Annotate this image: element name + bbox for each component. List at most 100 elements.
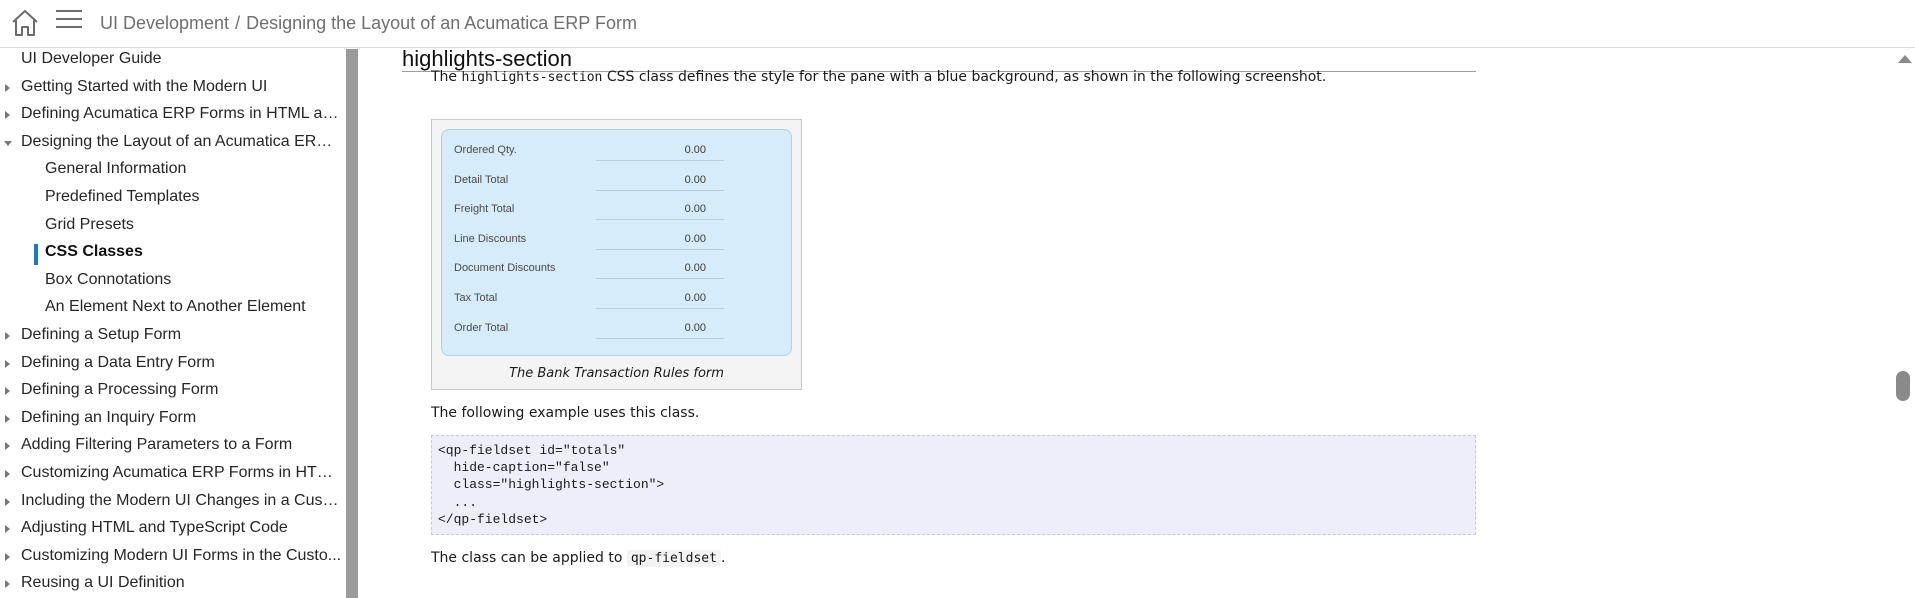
figure-field-label: Freight Total [454, 203, 515, 216]
figure-field-label: Detail Total [454, 173, 509, 186]
chevron-right-icon[interactable] [5, 111, 10, 120]
chevron-right-icon[interactable] [5, 387, 10, 396]
sidebar-item-label: Adding Filtering Parameters to a Form [21, 436, 293, 454]
chevron-right-icon[interactable] [5, 442, 10, 451]
figure-field-row: Line Discounts 0.00 [442, 227, 793, 251]
intro-text-pre: The [431, 69, 462, 85]
figure-field-label: Order Total [454, 321, 509, 334]
sidebar-item-label: Adjusting HTML and TypeScript Code [21, 519, 288, 537]
chevron-right-icon[interactable] [5, 525, 10, 534]
breadcrumb-separator: / [235, 13, 241, 33]
page-scrollbar[interactable] [1892, 49, 1915, 598]
sidebar-item[interactable]: Customizing Modern UI Forms in the Custo… [0, 544, 346, 570]
figure-field-row: Freight Total 0.00 [442, 197, 793, 221]
applied-code: qp-fieldset [626, 550, 721, 567]
sidebar-item[interactable]: General Information [0, 157, 346, 183]
breadcrumb-item-current: Designing the Layout of an Acumatica ERP… [246, 13, 637, 33]
figure-field-row: Ordered Qty. 0.00 [442, 138, 793, 162]
code-line: <qp-fieldset id="totals" [438, 443, 626, 458]
code-line: class="highlights-section"> [438, 477, 665, 493]
sidebar-scrollbar[interactable] [346, 49, 358, 598]
sidebar-item[interactable]: Adjusting HTML and TypeScript Code [0, 516, 346, 542]
sidebar-item[interactable]: Customizing Acumatica ERP Forms in HTM..… [0, 461, 346, 487]
sidebar-nav: UI Developer Guide Getting Started with t… [0, 49, 346, 598]
breadcrumb: UI Development / Designing the Layout of a… [100, 13, 637, 34]
figure-field-value: 0.00 [684, 203, 706, 216]
sidebar-item[interactable]: Getting Started with the Modern UI [0, 75, 346, 101]
sidebar-item-label: Reusing a UI Definition [21, 574, 185, 592]
sidebar-item[interactable]: An Element Next to Another Element [0, 295, 346, 321]
figure-field-underline [596, 308, 724, 309]
figure-field-underline [596, 160, 724, 161]
code-line: </qp-fieldset> [438, 511, 548, 527]
figure-field-value: 0.00 [684, 262, 706, 275]
top-bar: UI Development / Designing the Layout of a… [0, 0, 1915, 48]
highlights-section-panel: Ordered Qty. 0.00 Detail Total 0.00 Freight … [441, 129, 792, 356]
figure-field-underline [596, 219, 724, 221]
example-intro: The following example uses this class. [431, 405, 700, 421]
sidebar-item-label: Defining Acumatica ERP Forms in HTML an.… [21, 105, 342, 123]
figure-field-label: Document Discounts [454, 262, 556, 275]
sidebar-item[interactable]: Defining a Processing Form [0, 378, 346, 404]
sidebar-item-label: General Information [45, 160, 187, 178]
sidebar-item[interactable]: Predefined Templates [0, 185, 346, 211]
sidebar-item[interactable]: UI Developer Guide [0, 49, 346, 73]
scrollbar-thumb[interactable] [1896, 371, 1910, 401]
sidebar-item[interactable]: Defining Acumatica ERP Forms in HTML an.… [0, 102, 346, 128]
sidebar-item-label: UI Developer Guide [21, 50, 162, 67]
home-icon[interactable] [9, 8, 41, 38]
sidebar-item[interactable]: Defining a Setup Form [0, 323, 346, 349]
figure-field-underline [596, 278, 724, 280]
figure-field-value: 0.00 [684, 232, 706, 245]
sidebar-item-label: Defining an Inquiry Form [21, 408, 197, 426]
sidebar-item[interactable]: Adding Filtering Parameters to a Form [0, 433, 346, 459]
chevron-right-icon[interactable] [5, 359, 10, 368]
code-line: ... [438, 494, 478, 510]
figure-field-label: Ordered Qty. [454, 144, 517, 156]
figure-caption: The Bank Transaction Rules form [509, 366, 724, 381]
applied-text-post: . [720, 550, 726, 566]
chevron-right-icon[interactable] [5, 552, 10, 561]
chevron-right-icon[interactable] [5, 332, 10, 340]
figure-field-label: Tax Total [454, 292, 498, 304]
chevron-right-icon[interactable] [5, 497, 10, 506]
sidebar-item-label: Defining a Setup Form [21, 326, 182, 343]
sidebar-item-label: Grid Presets [45, 215, 134, 233]
figure-field-row: Document Discounts 0.00 [442, 256, 793, 280]
sidebar-item-label: Defining a Processing Form [21, 381, 219, 399]
sidebar-item-label: CSS Classes [45, 243, 143, 261]
sidebar-item[interactable]: CSS Classes [0, 240, 346, 266]
scroll-up-arrow-icon[interactable] [1898, 55, 1912, 63]
figure-field-underline [596, 189, 724, 191]
hamburger-menu-icon[interactable] [56, 10, 84, 34]
code-block: <qp-fieldset id="totals" hide-caption="f… [431, 435, 1476, 535]
chevron-right-icon[interactable] [5, 83, 10, 92]
applied-text-pre: The class can be applied to [431, 550, 627, 566]
figure-field-row: Tax Total 0.00 [442, 286, 793, 310]
sidebar-item-label: Including the Modern UI Changes in a Cus… [21, 491, 342, 509]
figure-field-value: 0.00 [684, 144, 706, 156]
sidebar-item[interactable]: Including the Modern UI Changes in a Cus… [0, 489, 346, 515]
sidebar-item[interactable]: Box Connotations [0, 268, 346, 294]
chevron-right-icon[interactable] [5, 414, 10, 423]
chevron-right-icon[interactable] [5, 470, 10, 478]
sidebar-item-label: Designing the Layout of an Acumatica ERP… [21, 132, 342, 150]
figure-field-row: Detail Total 0.00 [442, 168, 793, 192]
figure-field-row: Order Total 0.00 [442, 316, 793, 340]
intro-paragraph: The highlights-section CSS class defines… [431, 69, 1326, 85]
active-indicator [34, 244, 38, 266]
sidebar-item[interactable]: Grid Presets [0, 213, 346, 239]
sidebar-item[interactable]: Defining an Inquiry Form [0, 406, 346, 432]
chevron-down-icon[interactable] [4, 140, 12, 146]
sidebar-item-label: Customizing Acumatica ERP Forms in HTM..… [21, 464, 342, 481]
chevron-right-icon[interactable] [5, 580, 10, 589]
sidebar-item-label: Getting Started with the Modern UI [21, 77, 268, 95]
sidebar-item-label: Defining a Data Entry Form [21, 353, 215, 371]
sidebar-item-label: Box Connotations [45, 270, 172, 288]
breadcrumb-item-ui-development[interactable]: UI Development [100, 13, 229, 33]
sidebar-item[interactable]: Designing the Layout of an Acumatica ERP… [0, 130, 346, 156]
screenshot-figure: Ordered Qty. 0.00 Detail Total 0.00 Freight … [431, 119, 802, 390]
figure-field-underline [596, 337, 724, 339]
sidebar-item[interactable]: Defining a Data Entry Form [0, 351, 346, 377]
sidebar-item[interactable]: Reusing a UI Definition [0, 571, 346, 597]
